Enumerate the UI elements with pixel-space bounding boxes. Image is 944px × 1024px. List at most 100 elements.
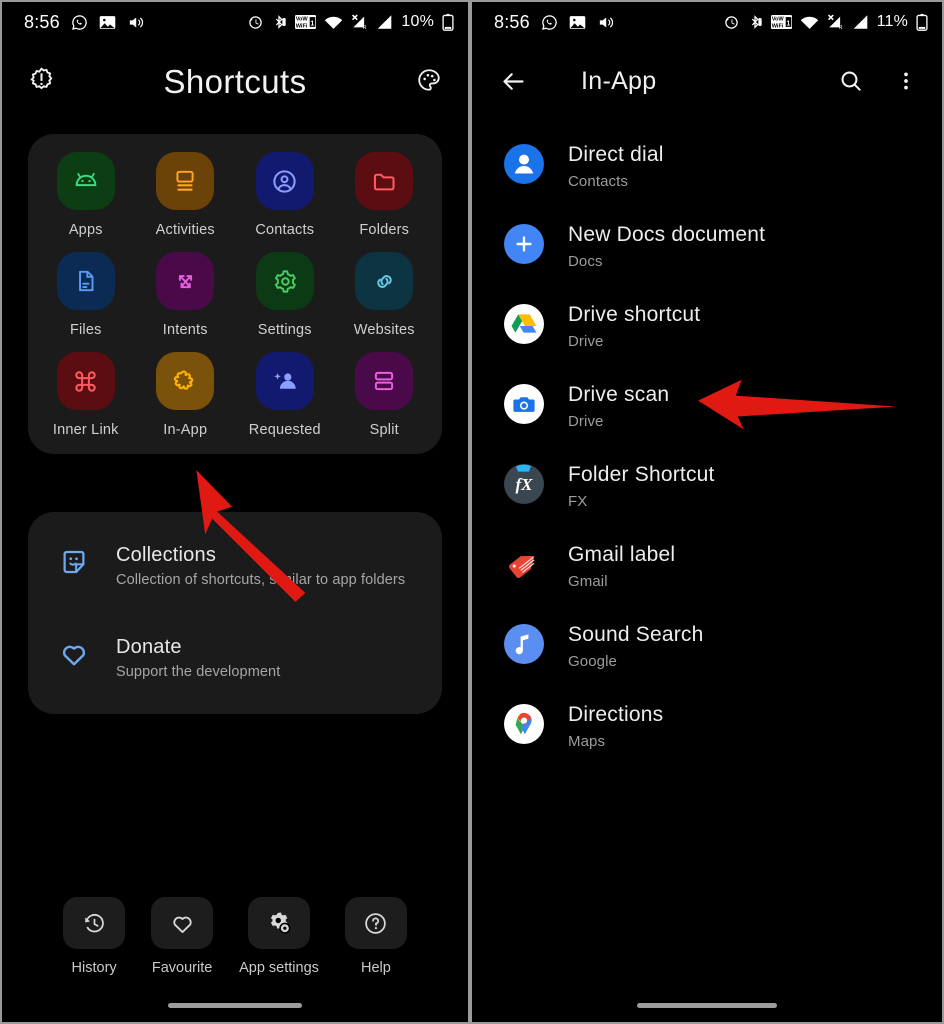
grid-item-files[interactable]: Files (36, 252, 136, 338)
item-name: Drive shortcut (568, 303, 701, 326)
status-right-group: VoW WiFi 1 R 11% (724, 13, 928, 31)
bluetooth-icon (747, 14, 763, 30)
status-time: 8:56 (24, 11, 60, 32)
list-item-subtitle: Support the development (116, 664, 281, 680)
grid-item-requested[interactable]: Requested (235, 352, 335, 438)
list-item-gmail-label[interactable]: Gmail label Gmail (472, 526, 942, 606)
item-app: Drive (568, 333, 604, 350)
extras-card: Collections Collection of shortcuts, sim… (28, 512, 442, 714)
app-settings-icon (248, 897, 310, 949)
list-item-new-docs-document[interactable]: New Docs document Docs (472, 206, 942, 286)
inner-link-tile (56, 352, 115, 410)
grid-label: Folders (359, 222, 410, 238)
alarm-icon (724, 15, 739, 30)
grid-item-folders[interactable]: Folders (335, 152, 435, 238)
badge-alert-icon[interactable] (28, 66, 55, 98)
whatsapp-icon (71, 14, 88, 31)
toolbar-label: App settings (239, 960, 319, 976)
page-title: Shortcuts (163, 63, 307, 100)
toolbar-item-app-settings[interactable]: App settings (239, 897, 319, 976)
svg-text:WiFi: WiFi (771, 24, 783, 30)
svg-text:R: R (363, 25, 367, 30)
svg-text:1: 1 (786, 21, 790, 28)
whatsapp-icon (541, 14, 558, 31)
left-status-bar: 8:56 VoW WiFi 1 R 10% (2, 2, 468, 42)
item-name: Sound Search (568, 623, 704, 646)
activities-tile (156, 152, 215, 210)
grid-item-split[interactable]: Split (335, 352, 435, 438)
svg-text:fX: fX (516, 475, 534, 494)
grid-label: Intents (162, 322, 208, 338)
item-text: Direct dial Contacts (568, 142, 664, 190)
battery-percent: 10% (401, 13, 434, 30)
home-indicator[interactable] (168, 1003, 302, 1008)
split-tile (355, 352, 414, 410)
list-item-title: Collections (116, 544, 217, 566)
svg-text:1: 1 (311, 21, 315, 28)
toolbar-item-help[interactable]: Help (344, 897, 407, 976)
grid-label: Contacts (255, 222, 315, 238)
list-item-drive-shortcut[interactable]: Drive shortcut Drive (472, 286, 942, 366)
fx-icon: fX (502, 462, 546, 506)
grid-label: Requested (248, 422, 321, 438)
item-text: Sound Search Google (568, 622, 704, 670)
list-item-folder-shortcut[interactable]: fX Folder Shortcut FX (472, 446, 942, 526)
bluetooth-icon (271, 14, 287, 30)
list-item-sound-search[interactable]: Sound Search Google (472, 606, 942, 686)
list-item-direct-dial[interactable]: Direct dial Contacts (472, 126, 942, 206)
grid-item-websites[interactable]: Websites (335, 252, 435, 338)
collections-text: Collections Collection of shortcuts, sim… (116, 544, 405, 588)
grid-item-apps[interactable]: Apps (36, 152, 136, 238)
item-name: Gmail label (568, 543, 676, 566)
toolbar-item-history[interactable]: History (63, 897, 126, 976)
grid-item-settings[interactable]: Settings (235, 252, 335, 338)
settings-tile (255, 252, 314, 310)
left-phone-screen: 8:56 VoW WiFi 1 R 10% Shortcuts Apps Act… (0, 0, 470, 1024)
status-left-group: 8:56 (24, 12, 144, 33)
palette-icon[interactable] (416, 67, 442, 98)
grid-item-intents[interactable]: Intents (136, 252, 236, 338)
list-item-directions[interactable]: Directions Maps (472, 686, 942, 766)
dual-screenshot: 8:56 VoW WiFi 1 R 10% Shortcuts Apps Act… (0, 0, 944, 1024)
item-text: New Docs document Docs (568, 222, 765, 270)
list-item-collections[interactable]: Collections Collection of shortcuts, sim… (28, 532, 442, 600)
battery-icon (442, 13, 454, 31)
more-vert-icon[interactable] (894, 69, 918, 93)
item-text: Drive shortcut Drive (568, 302, 700, 350)
list-item-subtitle: Collection of shortcuts, similar to app … (116, 572, 406, 588)
in-app-shortcut-list: Direct dial Contacts New Docs document D… (472, 120, 942, 766)
image-icon (99, 15, 116, 30)
list-item-drive-scan[interactable]: Drive scan Drive (472, 366, 942, 446)
back-arrow-icon[interactable] (500, 68, 527, 95)
in-app-tile (156, 352, 215, 410)
grid-item-inner-link[interactable]: Inner Link (36, 352, 136, 438)
grid-label: In-App (163, 422, 208, 438)
item-text: Gmail label Gmail (568, 542, 675, 590)
svg-text:R: R (838, 25, 842, 30)
volte-wifi-icon: VoW WiFi 1 (295, 14, 317, 30)
heart-outline-icon (151, 897, 214, 949)
music-note-icon (502, 622, 546, 666)
grid-item-contacts[interactable]: Contacts (235, 152, 335, 238)
drive-scan-camera-icon (502, 382, 546, 426)
page-title: In-App (581, 66, 657, 95)
item-name: Drive scan (568, 383, 670, 406)
list-item-title: Donate (116, 636, 182, 658)
search-icon[interactable] (838, 68, 864, 94)
item-text: Directions Maps (568, 702, 663, 750)
grid-item-activities[interactable]: Activities (136, 152, 236, 238)
image-icon (569, 15, 586, 30)
shortcut-grid: Apps Activities Contacts Folders Files I… (36, 152, 434, 438)
item-name: New Docs document (568, 223, 766, 246)
list-item-donate[interactable]: Donate Support the development (28, 624, 442, 692)
toolbar-item-favourite[interactable]: Favourite (151, 897, 214, 976)
home-indicator[interactable] (637, 1003, 777, 1008)
volume-icon (597, 14, 614, 31)
left-bottom-toolbar: History Favourite App settings Help (2, 897, 468, 976)
grid-item-in-app[interactable]: In-App (136, 352, 236, 438)
item-app: Maps (568, 733, 606, 750)
help-circle-icon (344, 897, 407, 949)
websites-tile (355, 252, 414, 310)
item-app: Google (568, 653, 617, 670)
left-app-header: Shortcuts (2, 42, 468, 122)
